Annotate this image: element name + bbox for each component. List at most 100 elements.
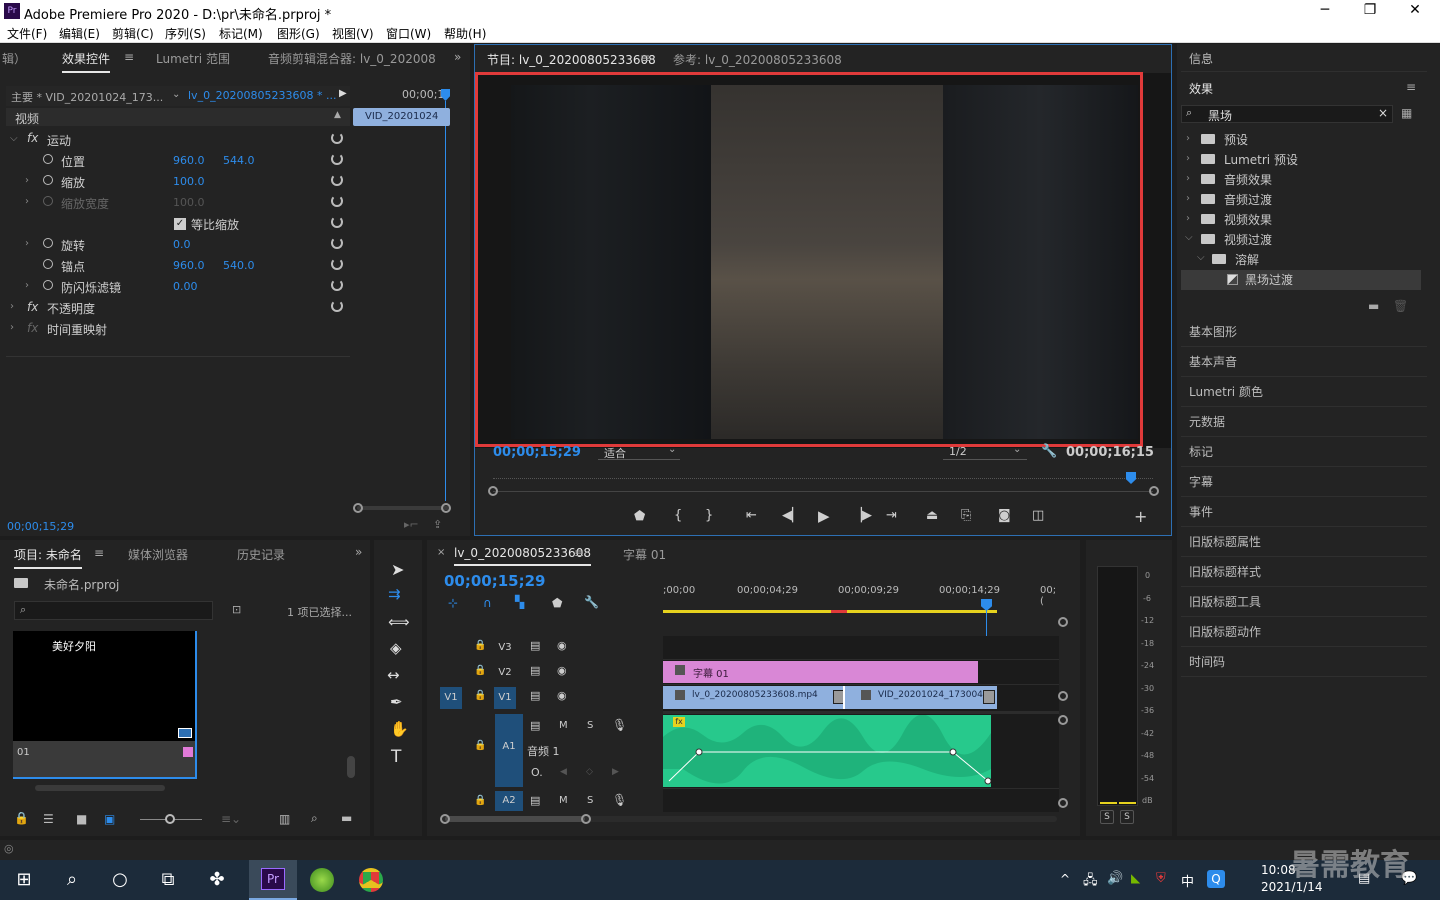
timeline-timecode[interactable]: 00;00;15;29	[444, 572, 546, 590]
expand-chevron-icon[interactable]: ›	[25, 238, 29, 249]
scroll-handle[interactable]	[1058, 617, 1068, 627]
track-a1-label[interactable]: A1	[498, 736, 520, 758]
stopwatch-icon[interactable]	[43, 175, 53, 185]
scroll-handle[interactable]	[1058, 798, 1068, 808]
uniform-scale-checkbox[interactable]: ✓	[174, 218, 186, 230]
track-v3-label[interactable]: V3	[494, 637, 516, 659]
new-bin-folder-icon[interactable]: ▬	[341, 811, 352, 825]
chevron-up-icon[interactable]: ^	[1060, 872, 1070, 886]
lock-icon[interactable]: 🔒	[474, 640, 486, 651]
reset-icon[interactable]	[331, 153, 343, 165]
panel-menu-icon[interactable]: ≡	[640, 51, 650, 65]
collapse-chevron-icon[interactable]: ⌵	[1185, 232, 1193, 243]
video-clip-2[interactable]: VID_20201024_173004.	[843, 686, 997, 709]
reset-icon[interactable]	[331, 174, 343, 186]
add-button-icon[interactable]: +	[1134, 507, 1147, 526]
list-view-icon[interactable]: ☰	[43, 812, 54, 826]
microphone-icon[interactable]: 🎙	[612, 793, 627, 807]
reset-icon[interactable]	[331, 216, 343, 228]
effects-search-input[interactable]: ⌕ 黑场 ×	[1181, 105, 1393, 123]
menu-help[interactable]: 帮助(H)	[444, 25, 486, 42]
chevron-down-icon[interactable]: ⌄	[172, 89, 180, 100]
add-marker-icon[interactable]: ⬟	[634, 509, 645, 524]
tree-item-audio-transitions[interactable]: 音频过渡	[1224, 191, 1272, 208]
panel-legacy-title-tools[interactable]: 旧版标题工具	[1181, 588, 1427, 617]
menu-view[interactable]: 视图(V)	[332, 25, 374, 42]
scroll-handle[interactable]	[1058, 691, 1068, 701]
export-icon[interactable]: ⇪	[433, 518, 442, 531]
timeline-scroll-thumb[interactable]	[445, 816, 585, 822]
insert-nest-icon[interactable]: ▚	[515, 595, 524, 609]
mark-in-icon[interactable]: {	[674, 508, 682, 523]
tab-caption[interactable]: 字幕 01	[623, 546, 666, 563]
tab-lumetri-scopes[interactable]: Lumetri 范围	[156, 50, 230, 67]
zoom-handle-right[interactable]	[441, 503, 451, 513]
panel-events[interactable]: 事件	[1181, 498, 1427, 527]
pinwheel-app-icon[interactable]: ✤	[205, 868, 229, 892]
solo-right-button[interactable]: S	[1120, 810, 1134, 824]
anchor-x-value[interactable]: 960.0	[173, 259, 205, 272]
position-x-value[interactable]: 960.0	[173, 154, 205, 167]
comparison-view-icon[interactable]: ◫	[1032, 508, 1044, 523]
track-select-tool-icon[interactable]: ⇉	[388, 585, 401, 603]
wrench-icon[interactable]: 🔧	[1041, 444, 1057, 459]
expand-chevron-icon[interactable]: ›	[25, 175, 29, 186]
reset-icon[interactable]	[331, 132, 343, 144]
scroll-up-icon[interactable]: ▲	[334, 110, 341, 120]
tree-item-video-transitions[interactable]: 视频过渡	[1224, 231, 1272, 248]
zoom-slider-handle[interactable]	[165, 814, 175, 824]
trash-icon[interactable]: 🗑	[1393, 299, 1408, 313]
sync-lock-icon[interactable]: ▤	[530, 639, 540, 652]
lock-icon[interactable]: 🔒	[14, 811, 29, 825]
project-h-scrollbar[interactable]	[35, 785, 165, 791]
prev-keyframe-icon[interactable]: ◀	[560, 767, 567, 777]
stopwatch-icon[interactable]	[43, 280, 53, 290]
next-keyframe-icon[interactable]: ▶	[612, 767, 619, 777]
mute-button[interactable]: M	[559, 795, 568, 806]
tab-history[interactable]: 历史记录	[237, 546, 285, 563]
ec-current-timecode[interactable]: 00;00;15;29	[7, 520, 74, 533]
scroll-handle[interactable]	[1058, 715, 1068, 725]
clear-search-icon[interactable]: ×	[1378, 106, 1388, 120]
panel-legacy-title-actions[interactable]: 旧版标题动作	[1181, 618, 1427, 647]
timeline-ruler[interactable]: ;00;00 00;00;04;29 00;00;09;29 00;00;14;…	[663, 580, 1059, 616]
stopwatch-icon[interactable]	[43, 154, 53, 164]
network-icon[interactable]: 🖧	[1083, 871, 1098, 893]
project-clip-thumbnail[interactable]: 美好夕阳 01	[13, 631, 197, 779]
add-keyframe-icon[interactable]: ◇	[586, 767, 593, 777]
panel-essential-graphics[interactable]: 基本图形	[1181, 318, 1427, 347]
menu-graphics[interactable]: 图形(G)	[277, 25, 320, 42]
menu-clip[interactable]: 剪辑(C)	[112, 25, 154, 42]
menu-window[interactable]: 窗口(W)	[386, 25, 431, 42]
menu-file[interactable]: 文件(F)	[7, 25, 47, 42]
close-tab-icon[interactable]: ×	[437, 547, 445, 558]
reset-icon[interactable]	[331, 195, 343, 207]
lock-icon[interactable]: 🔒	[474, 740, 486, 751]
lock-icon[interactable]: 🔒	[474, 690, 486, 701]
fit-dropdown[interactable]: 适合 ⌄	[598, 444, 680, 460]
tab-reference[interactable]: 参考: lv_0_20200805233608	[673, 51, 842, 68]
step-back-icon[interactable]: ◀▏	[782, 508, 802, 523]
scale-value[interactable]: 100.0	[173, 175, 205, 188]
zoom-handle-left[interactable]	[353, 503, 363, 513]
reset-icon[interactable]	[331, 300, 343, 312]
eye-icon[interactable]: ◉	[557, 664, 567, 677]
new-bin-icon[interactable]: ⊡	[232, 603, 241, 616]
sync-lock-icon[interactable]: ▤	[530, 719, 540, 732]
chrome-icon[interactable]	[359, 868, 383, 892]
task-view-icon[interactable]: ⧉	[156, 868, 180, 892]
expand-chevron-icon[interactable]: ›	[1186, 133, 1190, 144]
panel-menu-icon[interactable]: ≡	[94, 546, 104, 560]
play-icon[interactable]: ▶	[818, 507, 830, 525]
panel-essential-sound[interactable]: 基本声音	[1181, 348, 1427, 377]
tree-item-presets[interactable]: 预设	[1224, 131, 1248, 148]
rotation-value[interactable]: 0.0	[173, 238, 191, 251]
lift-icon[interactable]: ⏏	[926, 508, 938, 523]
security-icon[interactable]: ⛨	[1156, 871, 1166, 886]
expand-chevron-icon[interactable]: ›	[10, 301, 14, 312]
minimize-button[interactable]: ─	[1302, 2, 1348, 21]
expand-chevron-icon[interactable]: ›	[1186, 193, 1190, 204]
sort-icon[interactable]: ≡⌄	[221, 812, 241, 826]
tree-item-video-effects[interactable]: 视频效果	[1224, 211, 1272, 228]
source-v1-label[interactable]: V1	[440, 687, 462, 709]
